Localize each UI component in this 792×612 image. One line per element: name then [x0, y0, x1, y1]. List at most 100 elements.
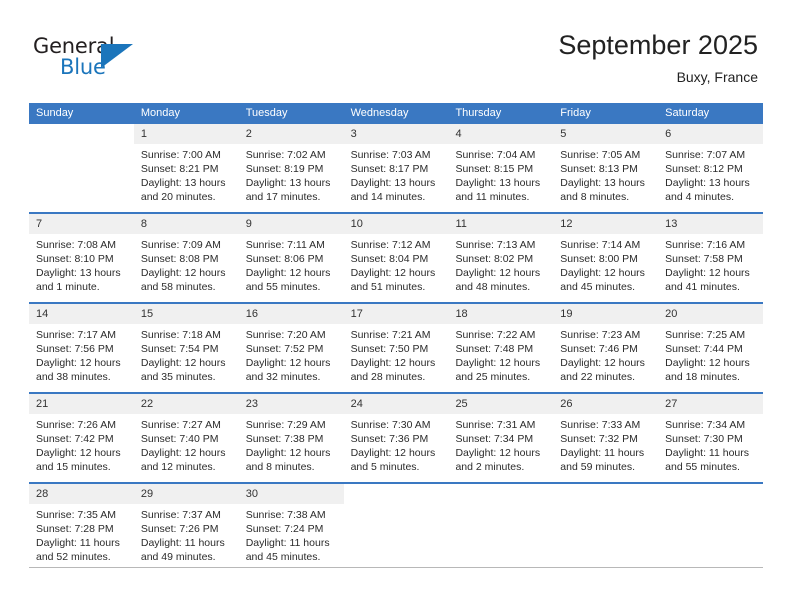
day-number: 19 [553, 304, 659, 324]
day-details: Sunrise: 7:04 AM Sunset: 8:15 PM Daylight:… [448, 144, 553, 204]
sunset-text: Sunset: 8:08 PM [140, 253, 219, 265]
sunset-text: Sunset: 7:28 PM [36, 523, 114, 535]
calendar-day-cell[interactable]: 9 Sunrise: 7:11 AM Sunset: 8:06 PM Daylight… [238, 214, 344, 302]
calendar-day-cell[interactable]: 10 Sunrise: 7:12 AM Sunset: 8:04 PM Dayligh… [343, 214, 449, 302]
sunset-text: Sunset: 7:26 PM [140, 523, 219, 535]
calendar-grid: Sunday Monday Tuesday Wednesday Thursday Frid… [29, 103, 764, 572]
daylight-text: Daylight: 11 hours [560, 447, 645, 459]
day-number: 16 [238, 304, 344, 324]
daylight-text: Daylight: 12 hours [36, 447, 121, 459]
calendar-day-cell[interactable]: 13 Sunrise: 7:16 AM Sunset: 7:58 PM Dayligh… [658, 214, 764, 302]
daylight-text-cont: and 59 minutes. [560, 461, 636, 473]
calendar-day-cell[interactable]: 17 Sunrise: 7:21 AM Sunset: 7:50 PM Dayligh… [343, 304, 449, 392]
sunset-text: Sunset: 8:02 PM [455, 253, 534, 265]
daylight-text: Daylight: 12 hours [245, 267, 331, 279]
daylight-text-cont: and 8 minutes. [245, 461, 315, 473]
daylight-text: Daylight: 13 hours [245, 177, 331, 189]
sunset-text: Sunset: 8:17 PM [350, 163, 429, 175]
sunset-text: Sunset: 7:46 PM [560, 343, 638, 355]
day-details: Sunrise: 7:37 AM Sunset: 7:26 PM Daylight:… [134, 504, 239, 564]
calendar-day-cell[interactable]: 1 Sunrise: 7:00 AM Sunset: 8:21 PM Daylight… [133, 124, 239, 212]
calendar-day-cell[interactable]: 4 Sunrise: 7:04 AM Sunset: 8:15 PM Daylight… [448, 124, 554, 212]
daylight-text: Daylight: 13 hours [665, 177, 750, 189]
sunset-text: Sunset: 7:24 PM [245, 523, 324, 535]
weekday-header-tuesday: Tuesday [245, 107, 288, 119]
daylight-text-cont: and 1 minute. [36, 281, 100, 293]
daylight-text-cont: and 32 minutes. [245, 371, 321, 383]
calendar-day-cell[interactable]: 20 Sunrise: 7:25 AM Sunset: 7:44 PM Dayligh… [658, 304, 764, 392]
calendar-day-cell[interactable]: 29 Sunrise: 7:37 AM Sunset: 7:26 PM Dayligh… [133, 484, 239, 572]
calendar-week-row: 7 Sunrise: 7:08 AM Sunset: 8:10 PM Daylight… [29, 212, 764, 302]
daylight-text: Daylight: 12 hours [245, 357, 331, 369]
day-number: 1 [133, 124, 239, 144]
daylight-text-cont: and 58 minutes. [140, 281, 216, 293]
calendar-day-cell[interactable]: 25 Sunrise: 7:31 AM Sunset: 7:34 PM Dayligh… [448, 394, 554, 482]
calendar-empty-cell [448, 484, 553, 572]
daylight-text-cont: and 12 minutes. [140, 461, 216, 473]
daylight-text-cont: and 48 minutes. [455, 281, 531, 293]
calendar-day-cell[interactable]: 21 Sunrise: 7:26 AM Sunset: 7:42 PM Dayligh… [29, 394, 134, 482]
calendar-day-cell[interactable]: 3 Sunrise: 7:03 AM Sunset: 8:17 PM Daylight… [343, 124, 449, 212]
day-number: 13 [658, 214, 764, 234]
calendar-day-cell[interactable]: 8 Sunrise: 7:09 AM Sunset: 8:08 PM Daylight… [133, 214, 239, 302]
day-details: Sunrise: 7:30 AM Sunset: 7:36 PM Daylight:… [344, 414, 449, 474]
calendar-day-cell[interactable]: 30 Sunrise: 7:38 AM Sunset: 7:24 PM Dayligh… [238, 484, 344, 572]
day-details: Sunrise: 7:08 AM Sunset: 8:10 PM Daylight:… [29, 234, 134, 294]
sunset-text: Sunset: 8:04 PM [350, 253, 429, 265]
daylight-text: Daylight: 11 hours [36, 537, 120, 549]
day-number: 25 [448, 394, 554, 414]
daylight-text: Daylight: 13 hours [455, 177, 541, 189]
day-details: Sunrise: 7:20 AM Sunset: 7:52 PM Daylight:… [239, 324, 344, 384]
day-details: Sunrise: 7:16 AM Sunset: 7:58 PM Daylight:… [658, 234, 763, 294]
day-number: 5 [553, 124, 659, 144]
daylight-text: Daylight: 13 hours [140, 177, 226, 189]
calendar-day-cell[interactable]: 18 Sunrise: 7:22 AM Sunset: 7:48 PM Dayligh… [448, 304, 554, 392]
sunset-text: Sunset: 8:13 PM [560, 163, 638, 175]
sunset-text: Sunset: 8:12 PM [665, 163, 743, 175]
calendar-day-cell[interactable]: 28 Sunrise: 7:35 AM Sunset: 7:28 PM Dayligh… [29, 484, 134, 572]
calendar-day-cell[interactable]: 2 Sunrise: 7:02 AM Sunset: 8:19 PM Daylight… [238, 124, 344, 212]
day-details: Sunrise: 7:00 AM Sunset: 8:21 PM Daylight:… [134, 144, 239, 204]
day-number: 3 [343, 124, 449, 144]
calendar-day-cell[interactable]: 6 Sunrise: 7:07 AM Sunset: 8:12 PM Daylight… [658, 124, 764, 212]
calendar-day-cell[interactable]: 7 Sunrise: 7:08 AM Sunset: 8:10 PM Daylight… [29, 214, 134, 302]
calendar-day-cell[interactable]: 12 Sunrise: 7:14 AM Sunset: 8:00 PM Dayligh… [553, 214, 659, 302]
sunset-text: Sunset: 8:21 PM [140, 163, 219, 175]
sunrise-text: Sunrise: 7:17 AM [36, 329, 116, 341]
day-details: Sunrise: 7:34 AM Sunset: 7:30 PM Daylight:… [658, 414, 763, 474]
calendar-day-cell[interactable]: 11 Sunrise: 7:13 AM Sunset: 8:02 PM Dayligh… [448, 214, 554, 302]
calendar-page: General Blue September 2025 Buxy, France… [0, 0, 792, 612]
day-number: 17 [343, 304, 449, 324]
sunrise-text: Sunrise: 7:02 AM [245, 149, 326, 161]
calendar-day-cell[interactable]: 15 Sunrise: 7:18 AM Sunset: 7:54 PM Dayligh… [133, 304, 239, 392]
calendar-week-row: 21 Sunrise: 7:26 AM Sunset: 7:42 PM Dayligh… [29, 392, 764, 482]
daylight-text-cont: and 45 minutes. [245, 551, 321, 563]
calendar-day-cell[interactable]: 26 Sunrise: 7:33 AM Sunset: 7:32 PM Dayligh… [553, 394, 659, 482]
day-details: Sunrise: 7:29 AM Sunset: 7:38 PM Daylight:… [239, 414, 344, 474]
calendar-empty-cell [29, 124, 134, 212]
calendar-day-cell[interactable]: 16 Sunrise: 7:20 AM Sunset: 7:52 PM Dayligh… [238, 304, 344, 392]
day-number: 27 [658, 394, 764, 414]
day-details: Sunrise: 7:23 AM Sunset: 7:46 PM Daylight:… [553, 324, 658, 384]
calendar-day-cell[interactable]: 22 Sunrise: 7:27 AM Sunset: 7:40 PM Dayligh… [133, 394, 239, 482]
calendar-day-cell[interactable]: 23 Sunrise: 7:29 AM Sunset: 7:38 PM Dayligh… [238, 394, 344, 482]
day-number: 14 [29, 304, 134, 324]
day-number: 18 [448, 304, 554, 324]
calendar-day-cell[interactable]: 24 Sunrise: 7:30 AM Sunset: 7:36 PM Dayligh… [343, 394, 449, 482]
calendar-day-cell[interactable]: 27 Sunrise: 7:34 AM Sunset: 7:30 PM Dayligh… [658, 394, 764, 482]
general-blue-logo[interactable]: General Blue [33, 34, 153, 82]
calendar-day-cell[interactable]: 19 Sunrise: 7:23 AM Sunset: 7:46 PM Dayligh… [553, 304, 659, 392]
sunrise-text: Sunrise: 7:25 AM [665, 329, 746, 341]
day-details [29, 144, 134, 148]
sunrise-text: Sunrise: 7:20 AM [245, 329, 326, 341]
daylight-text: Daylight: 12 hours [560, 357, 645, 369]
daylight-text-cont: and 14 minutes. [350, 191, 426, 203]
weekday-header-wednesday: Wednesday [350, 107, 409, 119]
daylight-text-cont: and 55 minutes. [245, 281, 321, 293]
calendar-day-cell[interactable]: 14 Sunrise: 7:17 AM Sunset: 7:56 PM Dayligh… [29, 304, 134, 392]
calendar-day-cell[interactable]: 5 Sunrise: 7:05 AM Sunset: 8:13 PM Daylight… [553, 124, 659, 212]
day-details: Sunrise: 7:22 AM Sunset: 7:48 PM Daylight:… [448, 324, 553, 384]
day-details [448, 504, 553, 508]
sunset-text: Sunset: 7:38 PM [245, 433, 324, 445]
sunset-text: Sunset: 7:34 PM [455, 433, 534, 445]
